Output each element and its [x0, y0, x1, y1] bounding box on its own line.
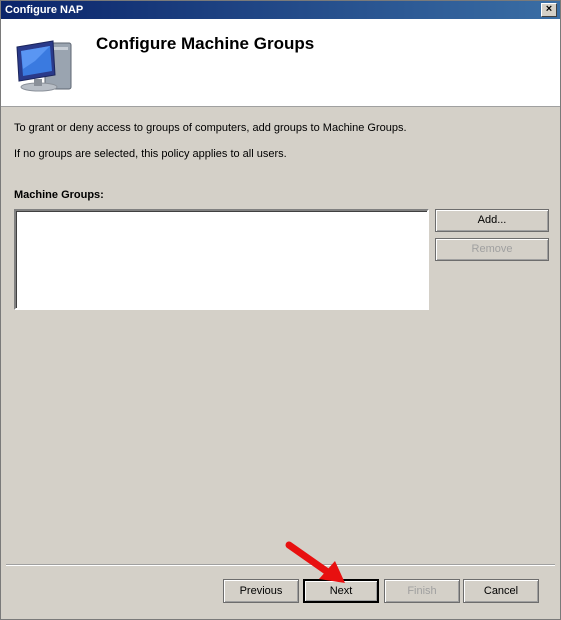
configure-nap-dialog: Configure NAP × Configure Machine Groups…: [0, 0, 561, 620]
footer-divider: [6, 564, 555, 566]
red-arrow-icon: [285, 541, 345, 583]
description-line-1: To grant or deny access to groups of com…: [14, 122, 407, 134]
close-button[interactable]: ×: [541, 3, 557, 17]
title-bar[interactable]: Configure NAP ×: [1, 1, 560, 19]
computer-monitor-icon: [16, 40, 72, 92]
machine-groups-list[interactable]: [14, 209, 429, 310]
add-button[interactable]: Add...: [435, 209, 549, 232]
window-title: Configure NAP: [5, 4, 84, 16]
wizard-header: Configure Machine Groups: [1, 19, 560, 107]
description-line-2: If no groups are selected, this policy a…: [14, 148, 287, 160]
page-title: Configure Machine Groups: [96, 34, 315, 53]
remove-button[interactable]: Remove: [435, 238, 549, 261]
finish-button[interactable]: Finish: [384, 579, 460, 603]
cancel-button[interactable]: Cancel: [463, 579, 539, 603]
machine-groups-label: Machine Groups:: [14, 189, 104, 201]
